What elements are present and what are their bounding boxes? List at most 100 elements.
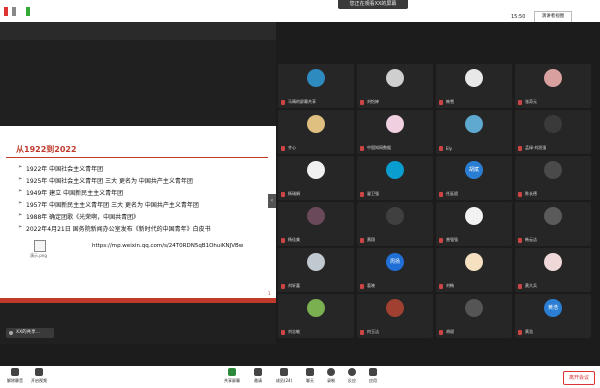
participant-tile[interactable]: 张奇元: [515, 64, 591, 108]
participant-name: 胡斌: [446, 329, 454, 334]
invite-button[interactable]: 邀请: [245, 368, 271, 384]
participant-name: 黄翔: [367, 237, 375, 242]
share-icon: [228, 368, 236, 376]
slide-number: 1: [268, 291, 271, 296]
muted-mic-icon: [281, 146, 285, 151]
participant-tile[interactable]: 中国知网数据: [357, 110, 433, 154]
participant-tile[interactable]: 刘志敏: [278, 294, 354, 338]
screen-share-pane: 从1922到2022 1922年 中国社会主义青年团 1925年 中国社会主义青…: [0, 22, 276, 344]
video-button[interactable]: 开启视频: [26, 368, 52, 384]
slide-line: 1957年 中国新民主主义青年团 三大 更名为 中国共产主义青年团: [18, 200, 199, 209]
participant-name: 葛晓: [367, 283, 375, 288]
muted-mic-icon: [360, 192, 364, 197]
muted-mic-icon: [439, 192, 443, 197]
muted-mic-icon: [360, 284, 364, 289]
participant-tile[interactable]: 周扬葛晓: [357, 248, 433, 292]
participant-tile[interactable]: 陈长德: [515, 156, 591, 200]
muted-mic-icon: [281, 192, 285, 197]
participant-tile[interactable]: 韩云洁: [515, 202, 591, 246]
participant-name: 马晴的屏幕共享: [288, 99, 316, 104]
participant-tile[interactable]: 韩雪: [436, 64, 512, 108]
participant-name: 黄浩: [525, 329, 533, 334]
slide-line: 1949年 建立 中国新民主主义青年团: [18, 188, 123, 197]
muted-mic-icon: [518, 238, 522, 243]
muted-mic-icon: [518, 192, 522, 197]
avatar: [386, 161, 404, 179]
slide-line: 1988年 确定团歌《光荣啊，中国共青团》: [18, 212, 139, 221]
chat-icon: [306, 368, 314, 376]
participant-name: 杨佳美: [288, 237, 300, 242]
participant-tile[interactable]: 刘畅: [436, 248, 512, 292]
muted-mic-icon: [360, 146, 364, 151]
mute-button[interactable]: 解除静音: [2, 368, 28, 384]
avatar: [386, 207, 404, 225]
people-icon: [280, 368, 288, 376]
participant-tile[interactable]: 翟卫强: [357, 156, 433, 200]
muted-mic-icon: [439, 100, 443, 105]
system-top-bar: 您正在观看XX的屏幕 15:50 演讲者视图: [0, 0, 600, 23]
invite-icon: [254, 368, 262, 376]
avatar: [307, 69, 325, 87]
avatar: [386, 115, 404, 133]
participant-name: 曾强强: [446, 237, 458, 242]
avatar: [544, 253, 562, 271]
status-icon: [12, 7, 16, 16]
muted-mic-icon: [360, 100, 364, 105]
share-screen-button[interactable]: 共享屏幕: [219, 368, 245, 384]
avatar: [465, 299, 483, 317]
viewing-banner[interactable]: 您正在观看XX的屏幕: [338, 0, 408, 9]
muted-mic-icon: [360, 330, 364, 335]
avatar: [307, 207, 325, 225]
participant-tile[interactable]: 黄翔: [357, 202, 433, 246]
participant-name: 刘怡婷: [367, 99, 379, 104]
avatar: 周扬: [386, 253, 404, 271]
participant-name: 中国知网数据: [367, 145, 391, 150]
participant-tile[interactable]: 黄大兵: [515, 248, 591, 292]
avatar: 胡斌: [465, 161, 483, 179]
avatar: 黄浩: [544, 299, 562, 317]
slide-line: 1922年 中国社会主义青年团: [18, 164, 103, 173]
avatar-initials: 胡斌: [468, 167, 479, 173]
participant-tile[interactable]: 杨佳美: [278, 202, 354, 246]
avatar: [307, 253, 325, 271]
participant-tile[interactable]: 胡斌: [436, 294, 512, 338]
muted-mic-icon: [439, 146, 443, 151]
avatar: [386, 69, 404, 87]
smile-icon: [348, 368, 356, 376]
participant-tile[interactable]: 曾强强: [436, 202, 512, 246]
leave-meeting-button[interactable]: 离开会议: [563, 371, 595, 385]
slide-title: 从1922到2022: [16, 145, 77, 154]
apps-button[interactable]: 应用: [360, 368, 386, 384]
avatar: [465, 207, 483, 225]
image-thumbnail: [34, 240, 46, 252]
apps-icon: [369, 368, 377, 376]
muted-mic-icon: [518, 330, 522, 335]
share-label[interactable]: XX的共享...: [6, 328, 54, 338]
avatar: [307, 115, 325, 133]
participant-tile[interactable]: Ely: [436, 110, 512, 154]
title-rule: [6, 157, 268, 158]
slide-url: https://mp.weixin.qq.com/s/24T0RDN5qB1Oh…: [92, 243, 244, 249]
participant-name: 翟卫强: [367, 191, 379, 196]
participant-tile[interactable]: 杨瑞娟: [278, 156, 354, 200]
participant-tile[interactable]: 齐心: [278, 110, 354, 154]
muted-mic-icon: [439, 238, 443, 243]
participant-tile[interactable]: 刘轩嘉: [278, 248, 354, 292]
participant-tile[interactable]: 孟绿·刘凯强: [515, 110, 591, 154]
camera-icon: [35, 368, 43, 376]
avatar: [465, 253, 483, 271]
participant-tile[interactable]: 黄浩 黄浩: [515, 294, 591, 338]
collapse-handle[interactable]: ‹: [268, 194, 276, 208]
participants-button[interactable]: 成员(24): [271, 368, 297, 384]
muted-mic-icon: [518, 100, 522, 105]
participant-tile[interactable]: 胡斌 任延斌: [436, 156, 512, 200]
avatar: [544, 115, 562, 133]
avatar: [465, 69, 483, 87]
muted-mic-icon: [518, 146, 522, 151]
avatar: [307, 299, 325, 317]
participant-tile[interactable]: 刘怡婷: [357, 64, 433, 108]
meeting-main: 从1922到2022 1922年 中国社会主义青年团 1925年 中国社会主义青…: [0, 22, 600, 366]
participant-tile[interactable]: 马晴的屏幕共享: [278, 64, 354, 108]
participant-tile[interactable]: 何玉洁: [357, 294, 433, 338]
status-icon: [4, 7, 8, 16]
